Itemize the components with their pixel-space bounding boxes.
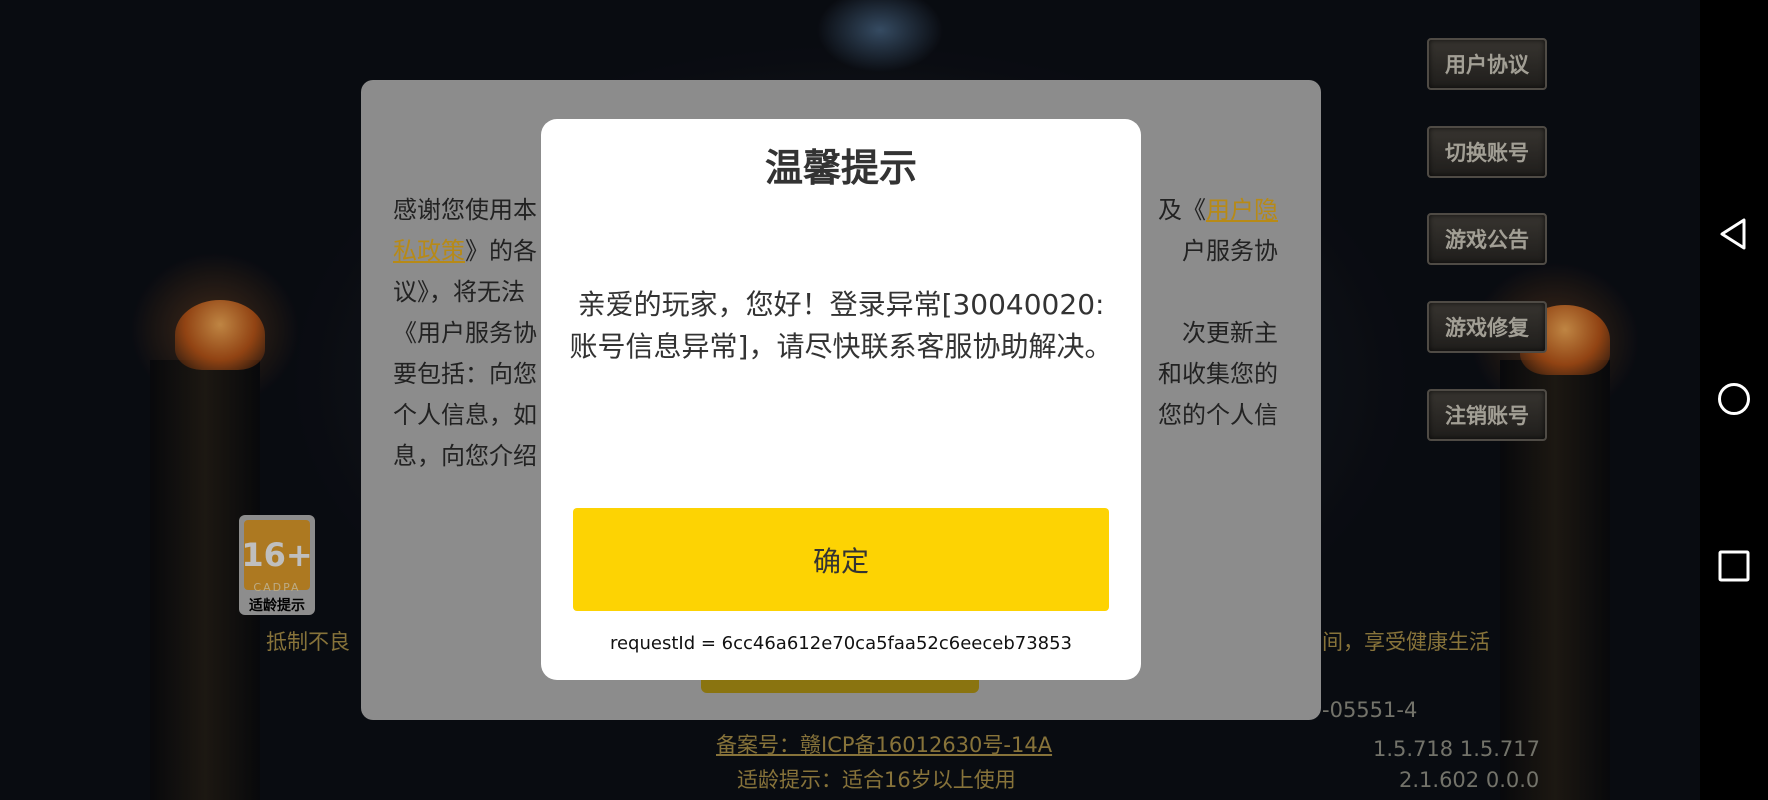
agreement-line: 《用户服务协 (393, 319, 537, 347)
agreement-line: 户服务协 (1182, 237, 1278, 265)
privacy-policy-link[interactable]: 用户隐 (1206, 196, 1278, 224)
agreement-line: 息，向您介绍 (393, 442, 537, 470)
agreement-line: 要包括：向您 (393, 360, 537, 388)
dialog-title: 温馨提示 (764, 146, 917, 190)
agreement-line: 感谢您使用本 (393, 196, 537, 224)
dialog-message: 亲爱的玩家，您好！登录异常[30040020: 账号信息异常]，请尽快联系客服协… (569, 288, 1113, 363)
privacy-policy-link[interactable]: 私政策 (393, 237, 465, 265)
back-icon[interactable] (1717, 217, 1751, 251)
request-id-text: requestId = 6cc46a612e70ca5faa52c6eeceb7… (609, 633, 1073, 654)
agreement-line: 您的个人信 (1158, 401, 1278, 429)
confirm-button[interactable]: 确定 (573, 508, 1109, 611)
agreement-line: 议》，将无法 (393, 278, 525, 306)
login-error-dialog: 温馨提示 亲爱的玩家，您好！登录异常[30040020: 账号信息异常]，请尽快… (541, 119, 1141, 680)
agreement-line: 次更新主 (1182, 319, 1278, 347)
agreement-line: 及《 (1158, 196, 1206, 224)
system-nav-bar (1700, 0, 1768, 800)
recents-icon[interactable] (1717, 549, 1751, 583)
agreement-line: 和收集您的 (1158, 360, 1278, 388)
home-icon[interactable] (1717, 382, 1751, 416)
agreement-line: 个人信息，如 (393, 401, 537, 429)
agreement-line: 》的各 (465, 237, 537, 265)
